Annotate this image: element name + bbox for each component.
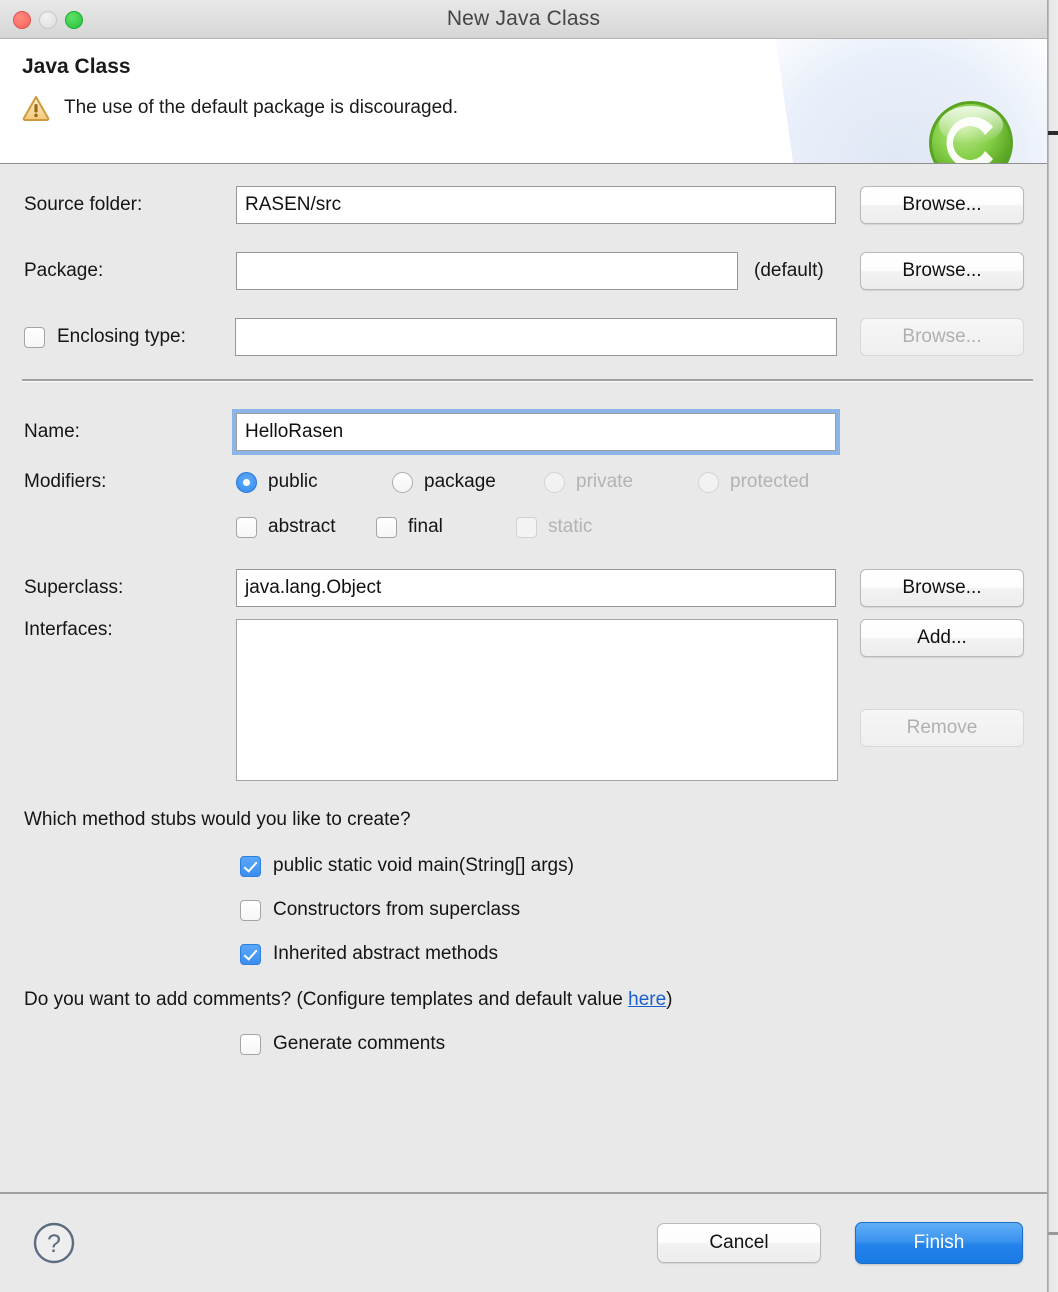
modifiers-flags-row: abstract final static [24,516,1024,538]
header-message-row: The use of the default package is discou… [22,95,1047,121]
superclass-input[interactable]: java.lang.Object [236,569,836,607]
source-folder-row: Source folder: RASEN/src Browse... [24,186,1024,224]
help-question-icon[interactable]: ? [32,1221,76,1265]
modifiers-flags-group: abstract final static [236,516,592,538]
radio-protected-indicator [698,471,719,493]
checkbox-main-indicator [240,855,261,877]
checkbox-inherited-indicator [240,943,261,965]
radio-protected-label: protected [730,471,810,492]
modifiers-label: Modifiers: [24,471,107,492]
java-class-green-c-icon [929,101,1013,163]
page-title: Java Class [22,55,131,78]
comments-question-prefix: Do you want to add comments? (Configure … [24,989,629,1010]
checkbox-final-indicator [376,516,397,538]
configure-templates-link[interactable]: here [628,989,666,1010]
cancel-button[interactable]: Cancel [657,1223,821,1263]
modifiers-access-row: Modifiers: public package private protec… [24,471,1024,493]
checkbox-static-label: static [548,516,593,537]
interfaces-remove-button: Remove [860,709,1024,747]
radio-private-indicator [544,471,565,493]
radio-package-label: package [424,471,496,492]
method-stubs-question: Which method stubs would you like to cre… [24,809,411,830]
modifier-radio-private: private [544,471,698,493]
checkbox-generate-comments-indicator [240,1033,261,1055]
superclass-row: Superclass: java.lang.Object Browse... [24,569,1024,607]
interfaces-label: Interfaces: [24,619,113,640]
modifier-radio-protected: protected [698,471,809,493]
footer-buttons: Cancel Finish [657,1222,1023,1264]
name-row: Name: HelloRasen [24,409,1024,455]
stub-option-constructors-label: Constructors from superclass [273,899,521,920]
stub-option-inherited-label: Inherited abstract methods [273,943,498,964]
source-folder-input[interactable]: RASEN/src [236,186,836,224]
checkbox-abstract-label: abstract [268,516,336,537]
stub-option-constructors[interactable]: Constructors from superclass [240,899,1024,921]
interfaces-row: Interfaces: Add... Remove [24,619,1024,781]
section-divider [22,379,1033,382]
close-button[interactable] [13,11,31,29]
package-input[interactable] [236,252,738,290]
stub-option-inherited[interactable]: Inherited abstract methods [240,943,1024,965]
finish-button[interactable]: Finish [855,1222,1023,1264]
generate-comments-label: Generate comments [273,1033,446,1054]
package-label: Package: [24,260,104,281]
radio-private-label: private [576,471,634,492]
checkbox-constructors-indicator [240,899,261,921]
checkbox-abstract-indicator [236,516,257,538]
source-folder-label: Source folder: [24,194,143,215]
warning-triangle-icon [22,96,50,121]
radio-public-label: public [268,471,318,492]
stub-option-main[interactable]: public static void main(String[] args) [240,855,1024,877]
background-window-mark-lower [1048,1232,1058,1235]
background-window-strip [1048,0,1058,1292]
comments-question-suffix: ) [666,989,673,1010]
enclosing-type-label: Enclosing type: [57,326,186,347]
title-bar: New Java Class [0,0,1047,39]
maximize-button[interactable] [65,11,83,29]
stub-option-main-label: public static void main(String[] args) [273,855,574,876]
minimize-button[interactable] [39,11,57,29]
method-stubs-section: Which method stubs would you like to cre… [0,809,1024,1055]
window-title: New Java Class [446,7,601,30]
new-java-class-dialog: New Java Class Java Class The use of the… [0,0,1048,1292]
checkbox-final-label: final [408,516,443,537]
window-controls [13,11,83,29]
package-browse-button[interactable]: Browse... [860,252,1024,290]
radio-public-indicator [236,471,257,493]
svg-text:?: ? [47,1230,61,1258]
radio-package-indicator [392,471,413,493]
modifier-checkbox-final[interactable]: final [376,516,516,538]
package-default-tag: (default) [754,260,824,281]
package-row: Package: (default) Browse... [24,252,1024,290]
enclosing-type-row: Enclosing type: Browse... [24,318,1024,356]
background-window-mark [1048,131,1058,135]
modifier-radio-package[interactable]: package [392,471,544,493]
generate-comments-option[interactable]: Generate comments [240,1033,1024,1055]
dialog-body: Source folder: RASEN/src Browse... Packa… [0,164,1047,1192]
interfaces-add-button[interactable]: Add... [860,619,1024,657]
dialog-header: Java Class The use of the default packag… [0,39,1047,164]
class-name-input[interactable]: HelloRasen [232,409,840,455]
enclosing-type-input[interactable] [235,318,837,356]
modifier-checkbox-abstract[interactable]: abstract [236,516,376,538]
superclass-label: Superclass: [24,577,124,598]
checkbox-static-indicator [516,516,537,538]
modifier-radio-public[interactable]: public [236,471,392,493]
interfaces-list[interactable] [236,619,838,781]
enclosing-type-browse-button: Browse... [860,318,1024,356]
enclosing-type-checkbox[interactable] [24,326,45,348]
superclass-browse-button[interactable]: Browse... [860,569,1024,607]
interfaces-buttons: Add... Remove [860,619,1024,747]
modifier-checkbox-static: static [516,516,592,538]
comments-question: Do you want to add comments? (Configure … [24,989,1024,1011]
header-warning-message: The use of the default package is discou… [64,97,458,118]
source-folder-browse-button[interactable]: Browse... [860,186,1024,224]
dialog-footer: ? Cancel Finish [0,1192,1047,1292]
name-label: Name: [24,421,80,442]
